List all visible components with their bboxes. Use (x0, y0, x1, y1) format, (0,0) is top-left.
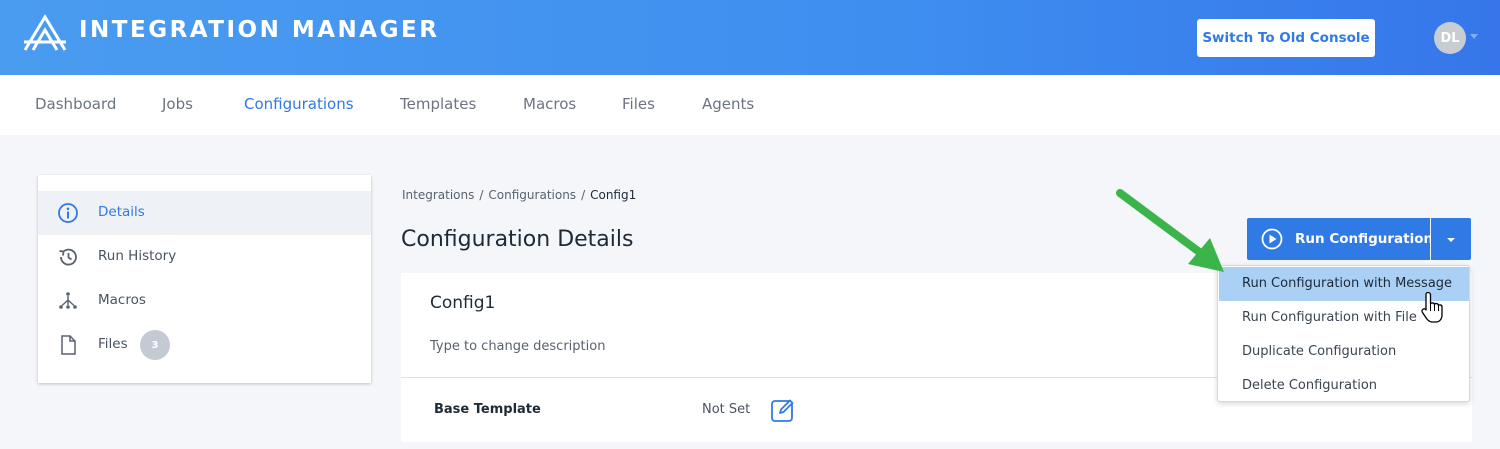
menu-item-label: Run Configuration with File (1242, 310, 1417, 325)
menu-item-label: Run Configuration with Message (1242, 276, 1453, 291)
app-title: INTEGRATION MANAGER (79, 17, 440, 43)
menu-item-label: Duplicate Configuration (1242, 344, 1397, 359)
breadcrumb-separator: / (581, 188, 586, 202)
configuration-name[interactable]: Config1 (430, 293, 495, 313)
avatar[interactable]: DL (1434, 22, 1466, 54)
play-circle-icon (1261, 228, 1283, 250)
nav-macros[interactable]: Macros (523, 95, 576, 113)
nav-dashboard[interactable]: Dashboard (35, 95, 116, 113)
run-options-menu: Run Configuration with Message Run Confi… (1217, 265, 1470, 402)
menu-item-duplicate[interactable]: Duplicate Configuration (1219, 335, 1469, 369)
sidebar: Details Run History Macros Files 3 (38, 175, 371, 383)
edit-icon[interactable] (770, 397, 796, 423)
page-title: Configuration Details (401, 227, 634, 252)
sidebar-item-label: Run History (98, 248, 177, 264)
run-configuration-button[interactable]: Run Configuration (1247, 218, 1434, 260)
sidebar-item-files[interactable]: Files 3 (38, 323, 371, 367)
main-nav: Dashboard Jobs Configurations Templates … (0, 75, 1500, 135)
breadcrumb-current: Config1 (590, 188, 637, 202)
annotation-arrow-icon (1116, 189, 1224, 272)
nav-jobs[interactable]: Jobs (162, 95, 193, 113)
breadcrumb-separator: / (479, 188, 484, 202)
run-configuration-label: Run Configuration (1295, 231, 1434, 247)
hand-pointer-icon (1421, 291, 1443, 323)
nav-files[interactable]: Files (622, 95, 655, 113)
run-options-toggle[interactable] (1431, 218, 1471, 260)
base-template-value: Not Set (702, 402, 751, 417)
integration-manager-logo[interactable] (22, 14, 68, 52)
sidebar-item-label: Macros (98, 292, 146, 308)
chevron-down-icon[interactable] (1470, 34, 1478, 39)
sidebar-item-run-history[interactable]: Run History (38, 235, 371, 279)
menu-item-delete[interactable]: Delete Configuration (1219, 369, 1469, 403)
breadcrumb-configurations[interactable]: Configurations (488, 188, 576, 202)
macros-icon (59, 292, 77, 309)
sidebar-item-label: Details (98, 204, 145, 220)
sidebar-item-macros[interactable]: Macros (38, 279, 371, 323)
sidebar-item-label: Files (98, 336, 128, 352)
nav-configurations[interactable]: Configurations (244, 95, 354, 113)
sidebar-item-details[interactable]: Details (38, 191, 371, 235)
file-icon (61, 335, 76, 355)
chevron-down-icon (1447, 238, 1455, 242)
nav-templates[interactable]: Templates (400, 95, 476, 113)
breadcrumb-integrations[interactable]: Integrations (402, 188, 474, 202)
breadcrumb: Integrations / Configurations / Config1 (402, 188, 636, 202)
app-header: INTEGRATION MANAGER Switch To Old Consol… (0, 0, 1500, 75)
info-icon (58, 203, 78, 223)
description-field[interactable]: Type to change description (430, 339, 605, 354)
nav-agents[interactable]: Agents (702, 95, 754, 113)
files-count-badge: 3 (140, 330, 170, 360)
menu-item-label: Delete Configuration (1242, 378, 1378, 393)
history-icon (59, 248, 77, 266)
base-template-label: Base Template (434, 402, 541, 417)
switch-to-old-console-button[interactable]: Switch To Old Console (1197, 19, 1375, 57)
